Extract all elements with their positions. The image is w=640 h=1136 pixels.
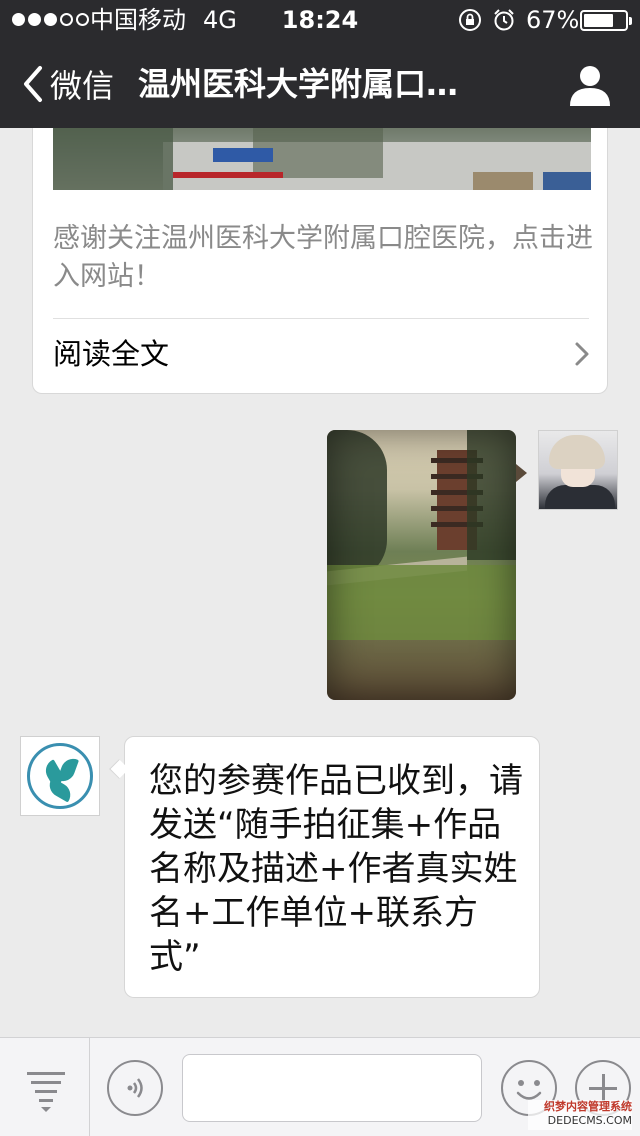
- bubble-tail: [516, 464, 527, 482]
- back-button[interactable]: 微信: [18, 62, 114, 106]
- menu-icon: [27, 1072, 65, 1112]
- article-description: 感谢关注温州医科大学附属口腔医院，点击进入网站！: [53, 223, 593, 292]
- sent-image-message[interactable]: [327, 430, 516, 700]
- chevron-left-icon: [24, 66, 42, 102]
- page-title: 温州医科大学附属口…: [138, 65, 459, 103]
- read-full-link[interactable]: 阅读全文: [53, 334, 169, 374]
- watermark: 织梦内容管理系统 DEDECMS.COM: [528, 1100, 632, 1130]
- battery-icon: [580, 10, 632, 31]
- article-cover-image: [53, 128, 591, 190]
- watermark-line1: 织梦内容管理系统: [544, 1100, 632, 1113]
- my-avatar[interactable]: [538, 430, 618, 510]
- received-message-bubble[interactable]: 您的参赛作品已收到，请发送“随手拍征集+作品名称及描述+作者真实姓名+工作单位+…: [124, 736, 540, 998]
- voice-button[interactable]: [107, 1060, 163, 1116]
- rotation-lock-icon: [459, 9, 481, 31]
- nav-bar: 微信 温州医科大学附属口…: [0, 40, 640, 128]
- person-icon[interactable]: [568, 64, 612, 106]
- received-message-text: 您的参赛作品已收到，请发送“随手拍征集+作品名称及描述+作者真实姓名+工作单位+…: [149, 761, 523, 977]
- article-card[interactable]: 感谢关注温州医科大学附属口腔医院，点击进入网站！ 阅读全文: [32, 128, 608, 394]
- divider: [53, 318, 589, 319]
- voice-icon: [127, 1078, 143, 1098]
- hospital-avatar[interactable]: [20, 736, 100, 816]
- chevron-right-icon: [575, 342, 589, 366]
- battery-percent: 67%: [526, 6, 580, 34]
- menu-button[interactable]: [0, 1038, 90, 1136]
- top-bar: 中国移动 4G 18:24 67% 微信 温州医科大学附属口…: [0, 0, 640, 128]
- message-input[interactable]: [182, 1054, 482, 1122]
- back-label: 微信: [50, 67, 115, 105]
- watermark-line2: DEDECMS.COM: [547, 1114, 632, 1127]
- status-bar: 中国移动 4G 18:24 67%: [0, 0, 640, 40]
- alarm-icon: [494, 9, 514, 31]
